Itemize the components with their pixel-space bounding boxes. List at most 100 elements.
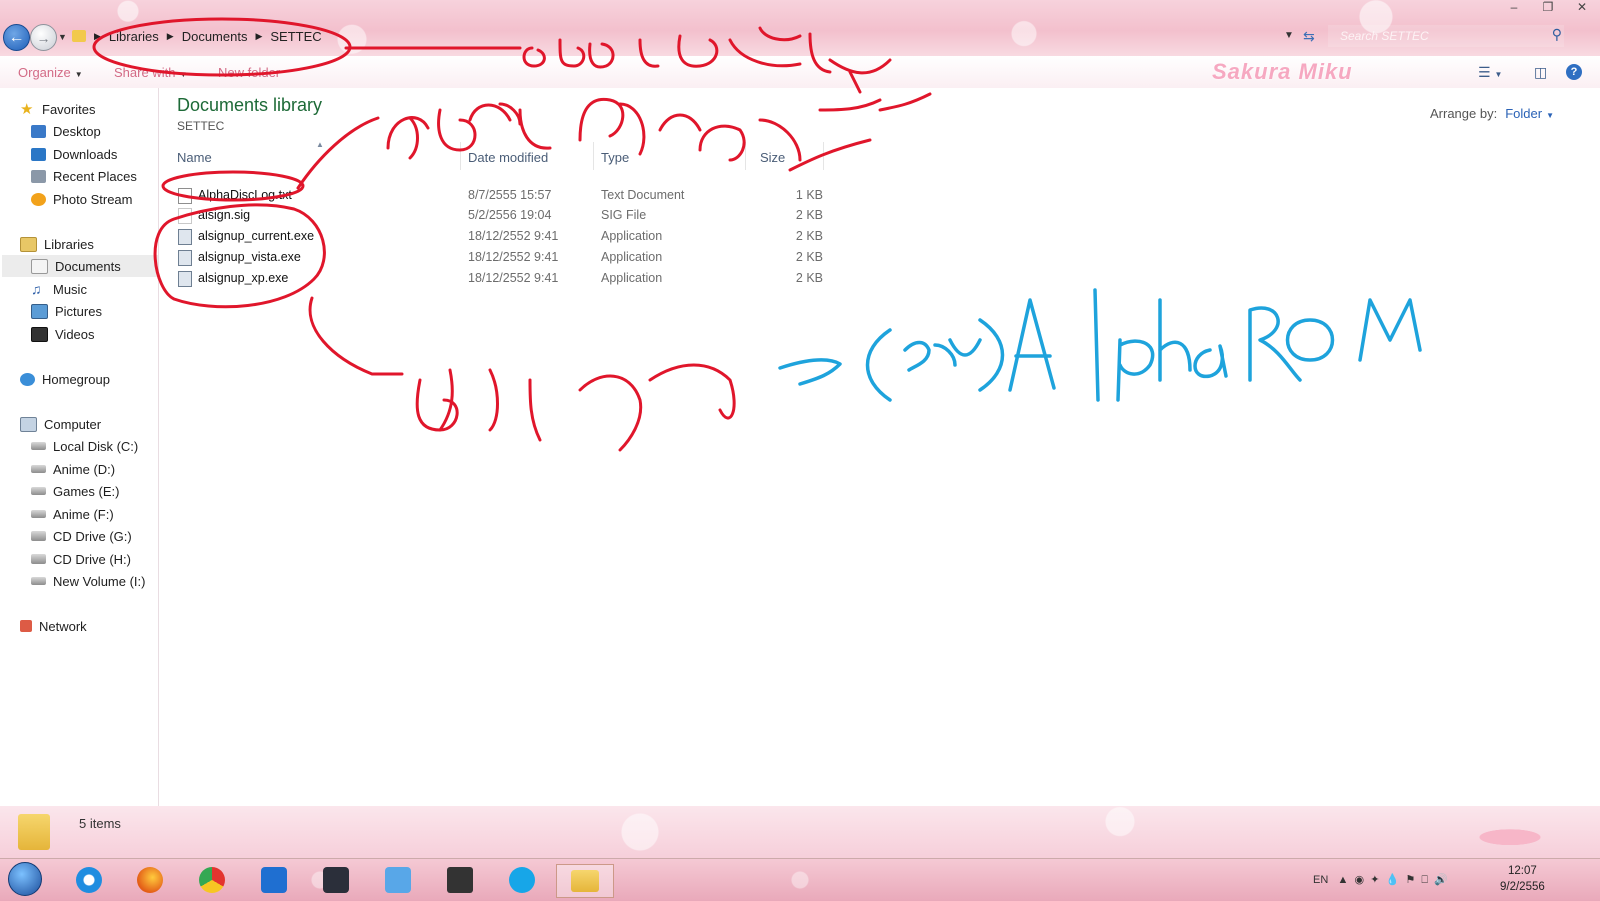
file-date: 18/12/2552 9:41	[468, 250, 559, 264]
preview-pane-button[interactable]: ◫	[1534, 64, 1547, 81]
nav-label: Local Disk (C:)	[53, 438, 139, 454]
tray-app-icon[interactable]: ✦	[1370, 874, 1379, 886]
chevron-right-icon[interactable]: ▶	[167, 31, 174, 42]
chevron-down-icon: ▼	[74, 70, 83, 79]
monitor-app-icon[interactable]	[443, 864, 477, 896]
help-icon[interactable]: ?	[1566, 64, 1582, 80]
steam-icon[interactable]	[319, 864, 353, 896]
breadcrumb-settec[interactable]: SETTEC	[270, 29, 321, 44]
breadcrumb-libraries[interactable]: Libraries	[109, 29, 159, 44]
file-row[interactable]: alsignup_vista.exe 18/12/2552 9:41 Appli…	[173, 247, 1003, 267]
breadcrumb-documents[interactable]: Documents	[182, 29, 248, 44]
file-row[interactable]: AlphaDiscLog.txt 8/7/2555 15:57 Text Doc…	[173, 185, 1003, 205]
refresh-icon[interactable]: ⇆	[1303, 28, 1315, 45]
chevron-right-icon[interactable]: ▶	[255, 31, 262, 42]
file-row[interactable]: alsignup_current.exe 18/12/2552 9:41 App…	[173, 226, 1003, 246]
arrange-by-dropdown[interactable]: Folder	[1505, 106, 1542, 121]
forward-arrow-icon: →	[36, 29, 51, 46]
nav-downloads[interactable]: Downloads	[31, 143, 117, 165]
start-button[interactable]	[8, 862, 42, 896]
tray-expand-icon[interactable]: ▲	[1337, 874, 1348, 886]
file-row[interactable]: alsign.sig 5/2/2556 19:04 SIG File 2 KB	[173, 205, 1003, 225]
back-button[interactable]: ←	[3, 24, 30, 51]
history-dropdown-button[interactable]: ▼	[58, 32, 67, 42]
nav-favorites[interactable]: ★ Favorites	[20, 98, 95, 120]
file-row[interactable]: alsignup_xp.exe 18/12/2552 9:41 Applicat…	[173, 268, 1003, 288]
skype-icon[interactable]	[505, 864, 539, 896]
change-view-button[interactable]: ☰ ▼	[1478, 64, 1502, 81]
column-header-size[interactable]: Size	[760, 150, 785, 165]
address-dropdown-button[interactable]: ▼	[1284, 30, 1294, 41]
nav-homegroup[interactable]: Homegroup	[20, 368, 110, 390]
hard-drive-icon	[31, 442, 46, 450]
theme-artwork	[1390, 806, 1590, 858]
nav-photo-stream[interactable]: Photo Stream	[31, 188, 133, 210]
chevron-down-icon[interactable]: ▼	[1546, 111, 1554, 120]
nav-drive-d[interactable]: Anime (D:)	[31, 458, 115, 480]
nav-label: Pictures	[55, 303, 102, 319]
network-monitor-icon[interactable]	[381, 864, 415, 896]
clock-date: 9/2/2556	[1500, 881, 1545, 893]
file-name: alsignup_vista.exe	[198, 250, 301, 264]
share-with-label: Share with	[114, 65, 176, 80]
system-tray[interactable]: EN ▲ ◉ ✦ 💧 ⚑ ⎕ 🔊	[1313, 873, 1448, 887]
file-type: Application	[601, 229, 663, 243]
file-list-pane: Documents library SETTEC Arrange by: Fold…	[160, 88, 1600, 806]
nav-documents[interactable]: Documents	[2, 255, 158, 277]
nav-label: New Volume (I:)	[53, 573, 146, 589]
column-divider[interactable]	[823, 142, 824, 170]
forward-button[interactable]: →	[30, 24, 57, 51]
minimize-button[interactable]: –	[1504, 0, 1524, 14]
nav-videos[interactable]: Videos	[31, 323, 95, 345]
nav-network[interactable]: Network	[20, 615, 87, 637]
internet-explorer-icon[interactable]	[72, 864, 106, 896]
search-icon[interactable]: ⚲	[1552, 26, 1562, 43]
file-name: alsign.sig	[198, 208, 251, 222]
column-divider[interactable]	[460, 142, 461, 170]
new-folder-button[interactable]: New folder	[218, 65, 280, 80]
nav-recent-places[interactable]: Recent Places	[31, 165, 137, 187]
nav-drive-h[interactable]: CD Drive (H:)	[31, 548, 131, 570]
chevron-right-icon[interactable]: ▶	[94, 31, 101, 42]
nav-computer[interactable]: Computer	[20, 413, 101, 435]
network-status-icon[interactable]: ⎕	[1421, 874, 1428, 886]
clock[interactable]: 12:07 9/2/2556	[1500, 863, 1545, 895]
cd-drive-icon	[31, 531, 46, 541]
nav-desktop[interactable]: Desktop	[31, 120, 101, 142]
nav-music[interactable]: ♫ Music	[31, 278, 87, 300]
nav-label: Games (E:)	[53, 483, 120, 499]
organize-button[interactable]: Organize ▼	[18, 65, 83, 80]
column-divider[interactable]	[593, 142, 594, 170]
chevron-down-icon: ▼	[1494, 70, 1503, 79]
maxthon-icon[interactable]	[257, 864, 291, 896]
steam-tray-icon[interactable]: ◉	[1354, 874, 1364, 886]
nav-pictures[interactable]: Pictures	[31, 300, 102, 322]
column-header-name[interactable]: Name	[177, 150, 212, 165]
nav-drive-f[interactable]: Anime (F:)	[31, 503, 114, 525]
column-header-type[interactable]: Type	[601, 150, 629, 165]
close-button[interactable]: ✕	[1572, 0, 1592, 14]
nav-drive-g[interactable]: CD Drive (G:)	[31, 525, 132, 547]
firefox-icon[interactable]	[133, 864, 167, 896]
language-indicator[interactable]: EN	[1313, 874, 1328, 886]
share-with-button[interactable]: Share with ▼	[114, 65, 187, 80]
volume-icon[interactable]: 🔊	[1434, 874, 1448, 886]
action-center-flag-icon[interactable]: ⚑	[1405, 874, 1415, 886]
column-divider[interactable]	[745, 142, 746, 170]
water-drop-icon[interactable]: 💧	[1386, 874, 1400, 886]
search-box[interactable]: ⚲	[1328, 25, 1564, 47]
nav-libraries[interactable]: Libraries	[20, 233, 94, 255]
maximize-button[interactable]: ❐	[1538, 0, 1558, 14]
homegroup-icon	[20, 372, 35, 386]
breadcrumb[interactable]: ▶ Libraries ▶ Documents ▶ SETTEC	[72, 24, 1299, 48]
windows-explorer-taskbar-button[interactable]	[556, 864, 614, 898]
search-input[interactable]	[1338, 28, 1542, 44]
nav-drive-e[interactable]: Games (E:)	[31, 480, 119, 502]
file-type: Application	[601, 271, 663, 285]
documents-icon	[31, 258, 48, 274]
file-size: 1 KB	[795, 188, 823, 202]
chrome-icon[interactable]	[195, 864, 229, 896]
nav-drive-c[interactable]: Local Disk (C:)	[31, 435, 138, 457]
nav-drive-i[interactable]: New Volume (I:)	[31, 570, 145, 592]
column-header-date[interactable]: Date modified	[468, 150, 548, 165]
